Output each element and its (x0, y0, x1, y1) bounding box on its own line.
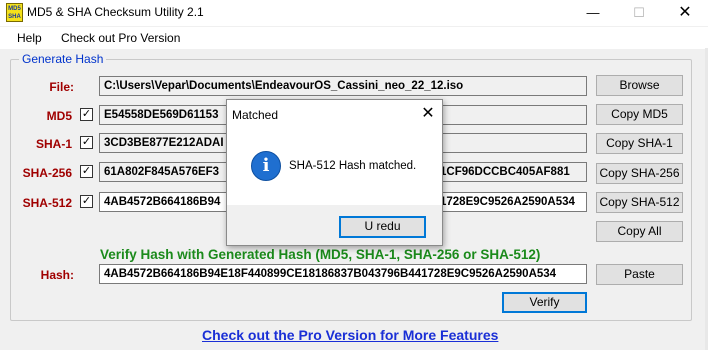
pro-version-link[interactable]: Check out the Pro Version for More Featu… (202, 327, 498, 343)
hash-label: Hash: (40, 268, 74, 282)
close-icon[interactable]: ✕ (662, 0, 708, 26)
browse-button[interactable]: Browse (596, 75, 683, 96)
menu-check-pro[interactable]: Check out Pro Version (61, 31, 180, 45)
sha512-label: SHA-512 (22, 196, 72, 210)
copy-sha512-button[interactable]: Copy SHA-512 (596, 192, 683, 213)
dialog-body: i SHA-512 Hash matched. (227, 128, 442, 205)
copy-all-button[interactable]: Copy All (596, 221, 683, 242)
title-bar: MD5 SHA MD5 & SHA Checksum Utility 2.1 —… (0, 0, 708, 26)
md5-value: E54558DE569D61153 (104, 109, 219, 121)
md5-checkbox[interactable]: ✓ (80, 108, 93, 121)
minimize-icon[interactable]: — (570, 0, 616, 26)
sha1-label: SHA-1 (35, 137, 72, 151)
paste-button[interactable]: Paste (596, 264, 683, 285)
dialog-close-icon[interactable]: ✕ (415, 102, 441, 126)
sha1-value: 3CD3BE877E212ADAI (104, 137, 224, 149)
md5-label: MD5 (46, 109, 72, 123)
sha256-value: 61A802F845A576EF3 (104, 166, 220, 178)
sha256-label: SHA-256 (22, 166, 72, 180)
app-icon: MD5 SHA (6, 3, 23, 22)
file-path-field[interactable]: C:\Users\Vepar\Documents\EndeavourOS_Cas… (99, 76, 587, 96)
verify-button[interactable]: Verify (502, 292, 587, 313)
copy-sha256-button[interactable]: Copy SHA-256 (596, 163, 683, 184)
verify-title: Verify Hash with Generated Hash (MD5, SH… (100, 247, 541, 262)
window-title: MD5 & SHA Checksum Utility 2.1 (27, 5, 204, 19)
sha512-value-tail: 1728E9C9526A2590A534 (440, 196, 575, 208)
sha512-value: 4AB4572B664186B94 (104, 196, 221, 208)
copy-md5-button[interactable]: Copy MD5 (596, 104, 683, 125)
menu-help[interactable]: Help (17, 31, 42, 45)
dialog-title: Matched (232, 108, 279, 122)
dialog-message: SHA-512 Hash matched. (289, 160, 417, 172)
info-icon: i (251, 151, 281, 181)
sha256-checkbox[interactable]: ✓ (80, 165, 93, 178)
sha256-value-tail: 1CF96DCCBC405AF881 (440, 166, 570, 178)
hash-input[interactable]: 4AB4572B664186B94E18F440899CE18186837B04… (99, 264, 587, 284)
dialog-ok-button[interactable]: U redu (339, 216, 426, 238)
dialog-title-bar: Matched ✕ (227, 100, 442, 128)
menu-bar: Help Check out Pro Version (0, 27, 708, 49)
sha512-checkbox[interactable]: ✓ (80, 195, 93, 208)
group-title: Generate Hash (19, 52, 107, 66)
file-label: File: (49, 80, 74, 94)
maximize-icon: ☐ (633, 5, 645, 20)
matched-dialog: Matched ✕ i SHA-512 Hash matched. U redu (226, 99, 443, 246)
copy-sha1-button[interactable]: Copy SHA-1 (596, 133, 683, 154)
sha1-checkbox[interactable]: ✓ (80, 136, 93, 149)
